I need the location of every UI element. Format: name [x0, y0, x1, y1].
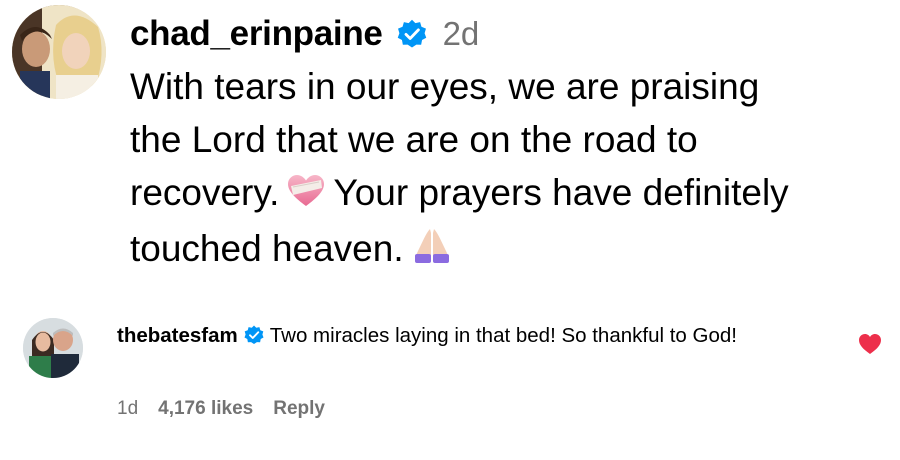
reply-button[interactable]: Reply [273, 398, 325, 420]
folded-hands-emoji-icon [412, 224, 452, 277]
reply-comment: thebatesfam Two miracles laying in that … [117, 320, 837, 352]
post-timestamp: 2d [442, 15, 480, 52]
post-text: With tears in our eyes, we are praising … [130, 60, 890, 277]
reply-text: Two miracles laying in that bed! So than… [269, 324, 737, 347]
verified-badge-icon [244, 323, 264, 344]
post-text-line: With tears in our eyes, we are praising [130, 66, 760, 107]
like-heart-icon[interactable] [858, 333, 882, 355]
reply-author-username[interactable]: thebatesfam [117, 324, 238, 347]
reply-meta-row: 1d 4,176 likes Reply [117, 398, 345, 420]
reply-likes-count[interactable]: 4,176 likes [158, 398, 253, 420]
reply-timestamp: 1d [117, 398, 139, 419]
heart-with-bandage-emoji-icon [287, 169, 325, 222]
post-header: chad_erinpaine 2d [130, 12, 479, 56]
reply-author-avatar[interactable] [23, 318, 83, 378]
post-text-line: touched heaven. [130, 222, 890, 278]
post-text-segment: recovery. [130, 172, 280, 213]
post-author-avatar[interactable] [12, 5, 106, 99]
post-text-line: the Lord that we are on the road to [130, 119, 698, 160]
post-author-username[interactable]: chad_erinpaine [130, 14, 383, 54]
verified-badge-icon [397, 19, 427, 49]
post-text-segment: Your prayers have definitely [333, 172, 789, 213]
post-text-segment: touched heaven. [130, 227, 404, 269]
post-text-line: recovery. Your prayers have definitely [130, 166, 890, 222]
